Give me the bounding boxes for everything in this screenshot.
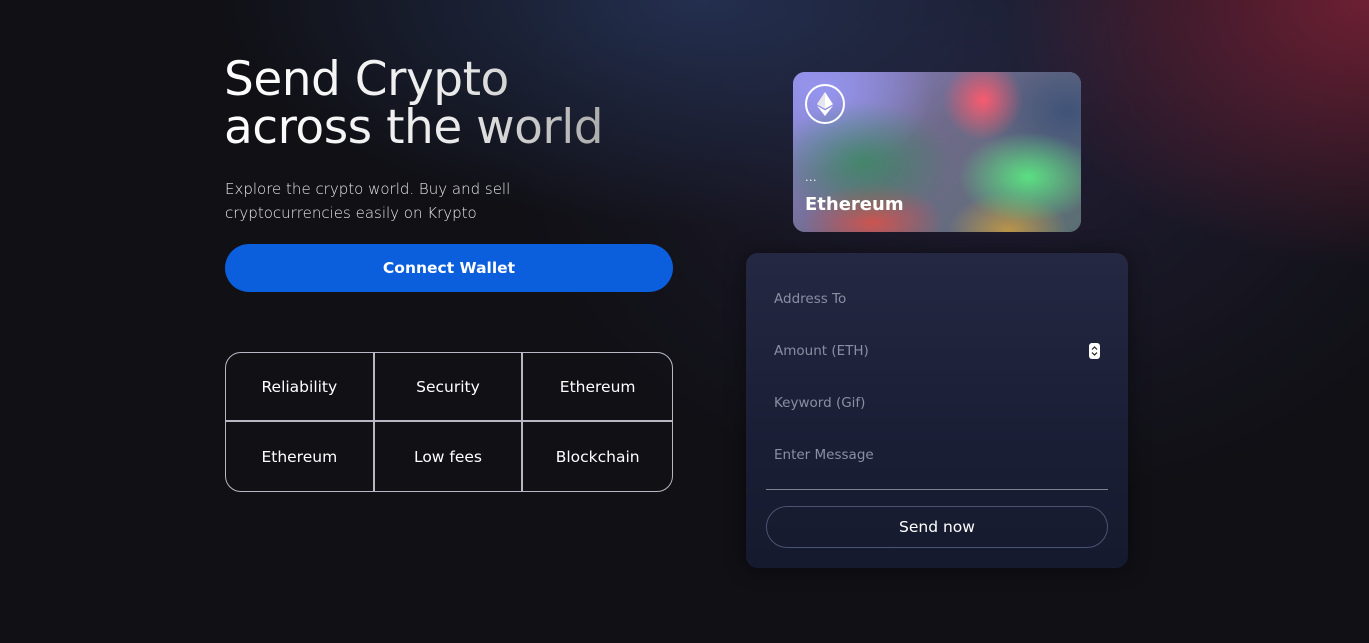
ethereum-card: ... Ethereum bbox=[793, 72, 1081, 232]
message-placeholder: Enter Message bbox=[774, 447, 874, 463]
hero-title: Send Crypto across the world bbox=[224, 56, 644, 152]
card-network-name: Ethereum bbox=[805, 194, 904, 215]
amount-placeholder: Amount (ETH) bbox=[774, 343, 869, 359]
form-divider bbox=[766, 489, 1108, 490]
feature-cell: Low fees bbox=[375, 422, 524, 491]
send-now-button[interactable]: Send now bbox=[766, 506, 1108, 548]
feature-cell: Reliability bbox=[226, 353, 375, 422]
ethereum-icon bbox=[805, 84, 845, 124]
hero-subtitle: Explore the crypto world. Buy and sell c… bbox=[225, 180, 511, 222]
feature-cell: Ethereum bbox=[226, 422, 375, 491]
hero-title-line-2: across the world bbox=[224, 100, 604, 155]
page-background bbox=[0, 0, 1369, 643]
connect-wallet-button[interactable]: Connect Wallet bbox=[225, 244, 673, 292]
features-grid: Reliability Security Ethereum Ethereum L… bbox=[225, 352, 673, 492]
keyword-placeholder: Keyword (Gif) bbox=[774, 395, 866, 411]
keyword-gif-input[interactable]: Keyword (Gif) bbox=[766, 385, 1108, 421]
send-form: Address To Amount (ETH) Keyword (Gif) En… bbox=[746, 253, 1128, 568]
message-input[interactable]: Enter Message bbox=[766, 437, 1108, 473]
address-to-placeholder: Address To bbox=[774, 291, 847, 307]
wallet-address: ... bbox=[805, 171, 817, 184]
feature-cell: Security bbox=[374, 353, 524, 422]
address-to-input[interactable]: Address To bbox=[766, 281, 1108, 317]
hero-title-line-1: Send Crypto bbox=[224, 52, 509, 107]
feature-cell: Blockchain bbox=[555, 447, 640, 466]
amount-input[interactable]: Amount (ETH) bbox=[766, 333, 1108, 369]
number-stepper-icon[interactable] bbox=[1089, 343, 1100, 359]
feature-cell: Ethereum bbox=[523, 353, 672, 422]
